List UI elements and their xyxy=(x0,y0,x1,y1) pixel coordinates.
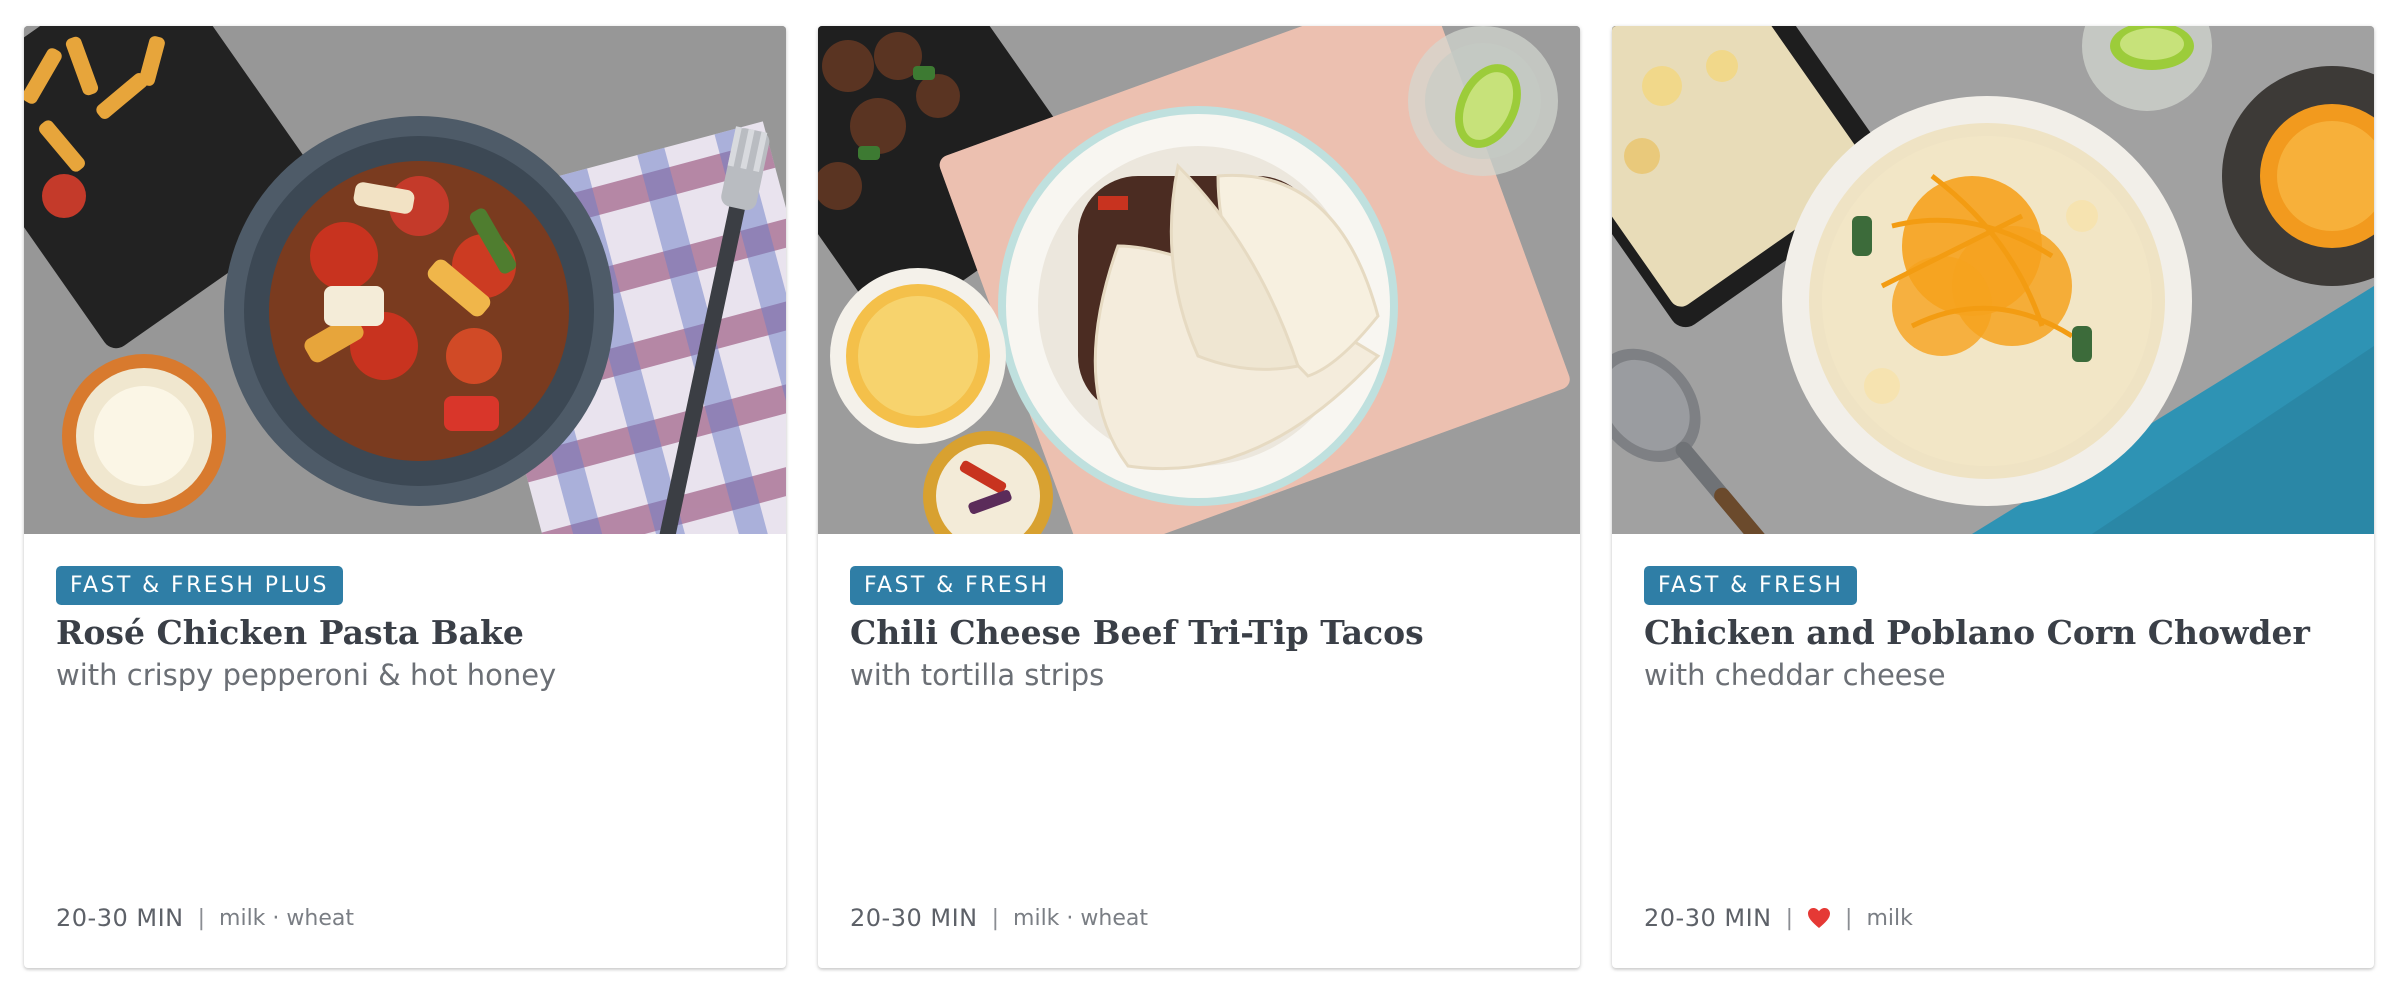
cook-time: 20-30 MIN xyxy=(56,904,184,932)
plan-badge: FAST & FRESH xyxy=(1644,566,1858,605)
allergens: milk · wheat xyxy=(219,905,354,931)
recipe-title[interactable]: Rosé Chicken Pasta Bake xyxy=(56,611,754,655)
meta-separator: | xyxy=(991,905,1000,931)
recipe-meta: 20-30 MIN | milk · wheat xyxy=(56,904,354,932)
cook-time: 20-30 MIN xyxy=(850,904,978,932)
allergens: milk xyxy=(1866,905,1913,931)
recipe-photo-pasta-bake[interactable] xyxy=(24,26,786,534)
recipe-card[interactable]: FAST & FRESH Chili Cheese Beef Tri-Tip T… xyxy=(818,26,1580,968)
heart-icon[interactable] xyxy=(1807,907,1831,929)
recipe-card-body: FAST & FRESH Chicken and Poblano Corn Ch… xyxy=(1612,534,2374,695)
plan-badge: FAST & FRESH xyxy=(850,566,1064,605)
recipe-card-body: FAST & FRESH Chili Cheese Beef Tri-Tip T… xyxy=(818,534,1580,695)
recipe-card[interactable]: FAST & FRESH PLUS Rosé Chicken Pasta Bak… xyxy=(24,26,786,968)
recipe-card-body: FAST & FRESH PLUS Rosé Chicken Pasta Bak… xyxy=(24,534,786,695)
recipe-meta: 20-30 MIN | | milk xyxy=(1644,904,1913,932)
recipe-subtitle: with tortilla strips xyxy=(850,658,1105,692)
cook-time: 20-30 MIN xyxy=(1644,904,1772,932)
recipe-card-grid: FAST & FRESH PLUS Rosé Chicken Pasta Bak… xyxy=(24,26,2374,968)
recipe-photo-corn-chowder[interactable] xyxy=(1612,26,2374,534)
plan-badge: FAST & FRESH PLUS xyxy=(56,566,343,605)
recipe-subtitle: with cheddar cheese xyxy=(1644,658,1946,692)
recipe-meta: 20-30 MIN | milk · wheat xyxy=(850,904,1148,932)
meta-separator: | xyxy=(197,905,206,931)
recipe-card[interactable]: FAST & FRESH Chicken and Poblano Corn Ch… xyxy=(1612,26,2374,968)
meta-separator: | xyxy=(1785,905,1794,931)
allergens: milk · wheat xyxy=(1013,905,1148,931)
recipe-title[interactable]: Chicken and Poblano Corn Chowder xyxy=(1644,611,2342,655)
recipe-photo-tri-tip-tacos[interactable] xyxy=(818,26,1580,534)
recipe-subtitle: with crispy pepperoni & hot honey xyxy=(56,658,557,692)
recipe-title[interactable]: Chili Cheese Beef Tri-Tip Tacos xyxy=(850,611,1548,655)
meta-separator: | xyxy=(1845,905,1853,931)
